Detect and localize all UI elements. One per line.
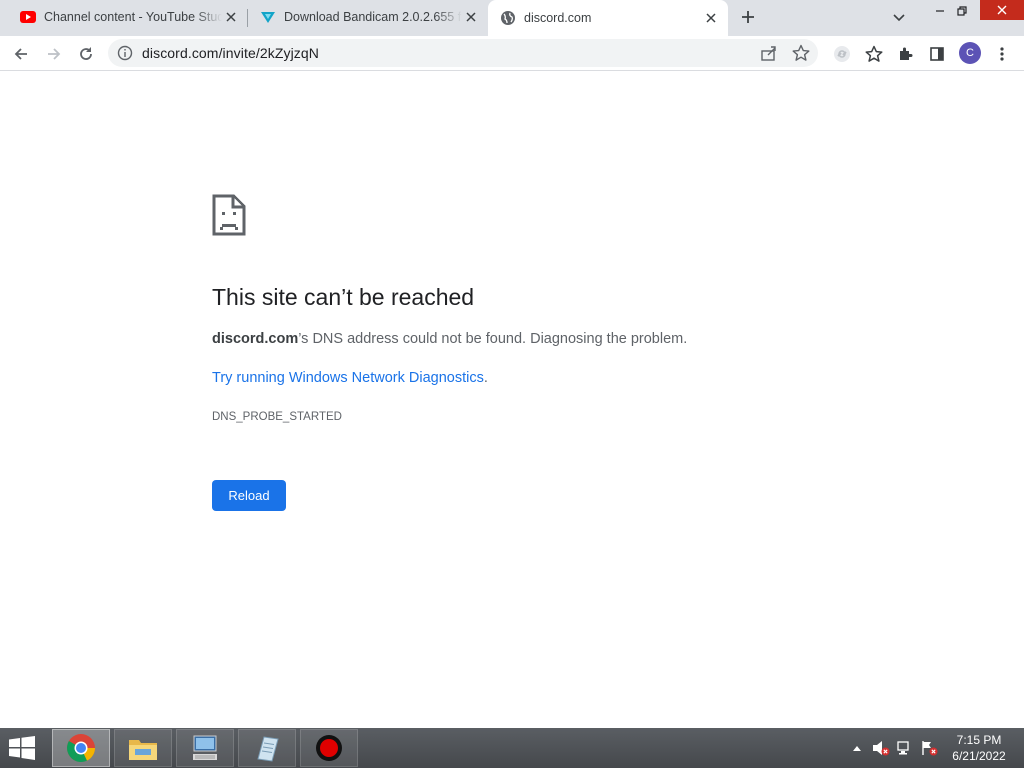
youtube-icon bbox=[20, 9, 36, 25]
side-panel-button[interactable] bbox=[923, 40, 951, 68]
tab-search-button[interactable] bbox=[888, 7, 910, 29]
clock-time: 7:15 PM bbox=[956, 733, 1002, 747]
close-icon bbox=[997, 5, 1007, 15]
file-explorer-icon bbox=[129, 740, 157, 760]
windows-logo-icon bbox=[9, 736, 35, 760]
window-close-button[interactable] bbox=[980, 0, 1024, 20]
chevron-down-icon bbox=[893, 14, 905, 22]
notepad-icon bbox=[257, 736, 279, 762]
chrome-icon bbox=[67, 734, 95, 762]
remote-desktop-icon bbox=[193, 735, 217, 760]
error-description-text: ’s DNS address could not be found. Diagn… bbox=[298, 331, 688, 347]
close-tab-icon[interactable] bbox=[462, 8, 480, 26]
tab-title: Channel content - YouTube Studio bbox=[44, 10, 222, 24]
clock-date: 6/21/2022 bbox=[952, 749, 1006, 763]
bookmark-star-icon[interactable] bbox=[792, 44, 810, 62]
tab-youtube-studio[interactable]: Channel content - YouTube Studio bbox=[8, 0, 248, 34]
tab-bandicam[interactable]: Download Bandicam 2.0.2.655 for Windows bbox=[248, 0, 488, 34]
arrow-right-icon bbox=[48, 48, 61, 60]
url-text[interactable]: discord.com/invite/2kZyjzqN bbox=[142, 45, 319, 61]
show-hidden-icons[interactable] bbox=[850, 728, 864, 768]
globe-icon bbox=[500, 10, 516, 26]
tab-strip: Channel content - YouTube Studio Downloa… bbox=[0, 0, 1024, 36]
star-icon bbox=[865, 45, 883, 62]
error-description: discord.com’s DNS address could not be f… bbox=[212, 331, 687, 347]
system-clock[interactable]: 7:15 PM 6/21/2022 bbox=[944, 732, 1014, 764]
error-page: This site can’t be reached discord.com’s… bbox=[0, 72, 1024, 728]
plus-icon bbox=[742, 11, 754, 23]
volume-muted-icon bbox=[873, 741, 890, 756]
taskbar: 7:15 PM 6/21/2022 bbox=[0, 728, 1024, 768]
bandicam-record-icon bbox=[316, 735, 342, 761]
tab-discord[interactable]: discord.com bbox=[488, 0, 728, 36]
extensions-button[interactable] bbox=[892, 40, 920, 68]
restore-button[interactable] bbox=[946, 0, 978, 22]
side-panel-icon bbox=[930, 47, 944, 61]
profile-avatar[interactable]: C bbox=[959, 42, 981, 64]
new-tab-button[interactable] bbox=[736, 5, 760, 29]
error-domain: discord.com bbox=[212, 331, 299, 347]
chain-extension-icon bbox=[834, 46, 850, 62]
bandicam-icon bbox=[260, 9, 276, 25]
extension-button[interactable] bbox=[828, 40, 856, 68]
share-icon[interactable] bbox=[760, 44, 778, 62]
reload-toolbar-button[interactable] bbox=[72, 40, 100, 68]
tab-title: discord.com bbox=[524, 11, 592, 25]
kebab-menu-icon bbox=[1000, 47, 1004, 61]
back-button[interactable] bbox=[7, 40, 35, 68]
taskbar-bandicam[interactable] bbox=[300, 729, 358, 767]
error-title: This site can’t be reached bbox=[212, 284, 475, 310]
tab-title: Download Bandicam 2.0.2.655 for Windows bbox=[284, 10, 462, 24]
reading-list-button[interactable] bbox=[860, 40, 888, 68]
taskbar-file-explorer[interactable] bbox=[114, 729, 172, 767]
flag-alert-icon bbox=[922, 741, 938, 756]
network-icon bbox=[897, 741, 909, 755]
volume-tray[interactable] bbox=[870, 728, 892, 768]
error-code: DNS_PROBE_STARTED bbox=[212, 411, 342, 423]
taskbar-notepad[interactable] bbox=[238, 729, 296, 767]
chevron-up-icon bbox=[853, 746, 861, 751]
action-center-tray[interactable] bbox=[918, 728, 940, 768]
sad-page-icon bbox=[212, 194, 246, 236]
puzzle-icon bbox=[900, 47, 913, 60]
close-tab-icon[interactable] bbox=[702, 9, 720, 27]
address-bar[interactable]: discord.com/invite/2kZyjzqN bbox=[108, 39, 818, 67]
network-diagnostics-link[interactable]: Try running Windows Network Diagnostics bbox=[212, 370, 484, 386]
forward-button[interactable] bbox=[40, 40, 68, 68]
reload-button[interactable]: Reload bbox=[212, 480, 286, 511]
close-tab-icon[interactable] bbox=[222, 8, 240, 26]
arrow-left-icon bbox=[14, 48, 27, 60]
taskbar-remote-desktop[interactable] bbox=[176, 729, 234, 767]
browser-toolbar: discord.com/invite/2kZyjzqN C bbox=[0, 36, 1024, 71]
restore-icon bbox=[957, 6, 967, 16]
diagnostics-line: Try running Windows Network Diagnostics. bbox=[212, 370, 488, 386]
info-icon[interactable] bbox=[117, 45, 133, 61]
network-tray[interactable] bbox=[894, 728, 916, 768]
menu-button[interactable] bbox=[988, 40, 1016, 68]
refresh-icon bbox=[80, 47, 92, 60]
minimize-icon bbox=[936, 10, 944, 12]
taskbar-chrome[interactable] bbox=[52, 729, 110, 767]
start-button[interactable] bbox=[8, 736, 40, 762]
link-suffix: . bbox=[483, 370, 488, 386]
